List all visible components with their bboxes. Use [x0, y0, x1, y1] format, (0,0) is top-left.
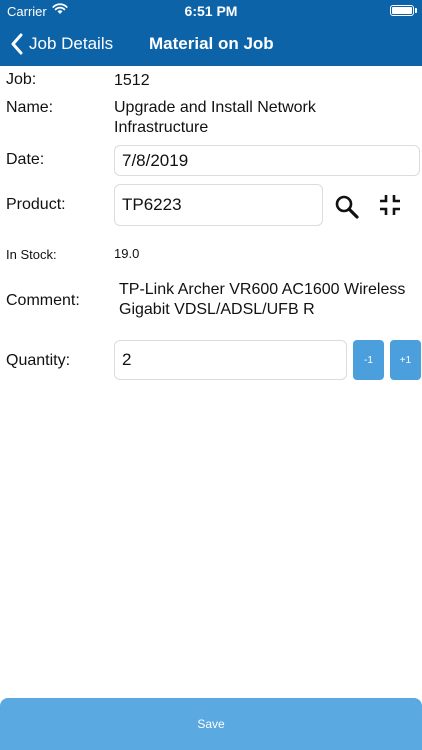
job-label: Job:: [6, 71, 37, 88]
decrement-button[interactable]: -1: [353, 340, 384, 380]
back-label: Job Details: [29, 34, 114, 53]
quantity-field[interactable]: 2: [114, 340, 347, 380]
job-value: 1512: [114, 72, 150, 89]
name-value-line2: Infrastructure: [114, 119, 209, 136]
status-bar: Carrier 6:51 PM: [0, 0, 422, 22]
clock: 6:51 PM: [184, 3, 238, 19]
date-field[interactable]: 7/8/2019: [114, 145, 420, 176]
collapse-button[interactable]: [377, 192, 403, 218]
comment-label: Comment:: [6, 292, 80, 309]
quantity-label: Quantity:: [6, 352, 71, 369]
comment-line1: TP-Link Archer VR600 AC1600 Wireless: [119, 281, 406, 298]
stock-value: 19.0: [114, 246, 140, 261]
date-label: Date:: [6, 151, 45, 168]
battery-icon: [390, 5, 414, 16]
header: Carrier 6:51 PM Job Details Material on …: [0, 0, 422, 66]
search-button[interactable]: [333, 193, 361, 221]
save-label: Save: [197, 717, 225, 731]
collapse-icon: [380, 195, 400, 215]
product-value: TP6223: [122, 195, 182, 214]
chevron-left-icon: [11, 33, 23, 55]
navigation-bar: Job Details Material on Job: [0, 22, 422, 66]
increment-label: +1: [399, 354, 412, 366]
comment-line2: Gigabit VDSL/ADSL/UFB R: [119, 301, 315, 318]
page-title: Material on Job: [149, 34, 274, 53]
date-value: 7/8/2019: [122, 150, 189, 170]
battery-tip: [415, 8, 417, 13]
decrement-label: -1: [364, 354, 373, 366]
name-label: Name:: [6, 99, 54, 116]
save-button[interactable]: Save: [0, 698, 422, 750]
stock-label: In Stock:: [6, 247, 57, 262]
back-button[interactable]: Job Details: [10, 31, 113, 57]
quantity-value: 2: [122, 350, 132, 369]
name-value-line1: Upgrade and Install Network: [114, 99, 316, 116]
product-field[interactable]: TP6223: [114, 184, 323, 226]
product-label: Product:: [6, 196, 66, 213]
search-icon: [335, 195, 359, 219]
increment-button[interactable]: +1: [390, 340, 421, 380]
